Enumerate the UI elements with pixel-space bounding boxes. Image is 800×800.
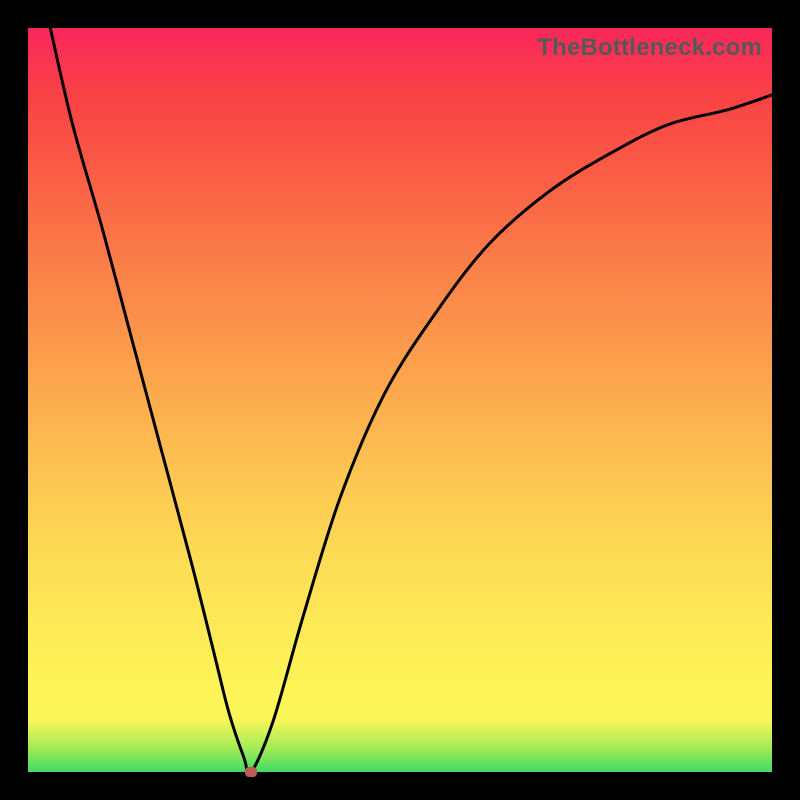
chart-frame: TheBottleneck.com (0, 0, 800, 800)
optimum-marker (245, 767, 257, 777)
curve-svg (28, 28, 772, 772)
bottleneck-curve (50, 28, 772, 772)
plot-area: TheBottleneck.com (28, 28, 772, 772)
